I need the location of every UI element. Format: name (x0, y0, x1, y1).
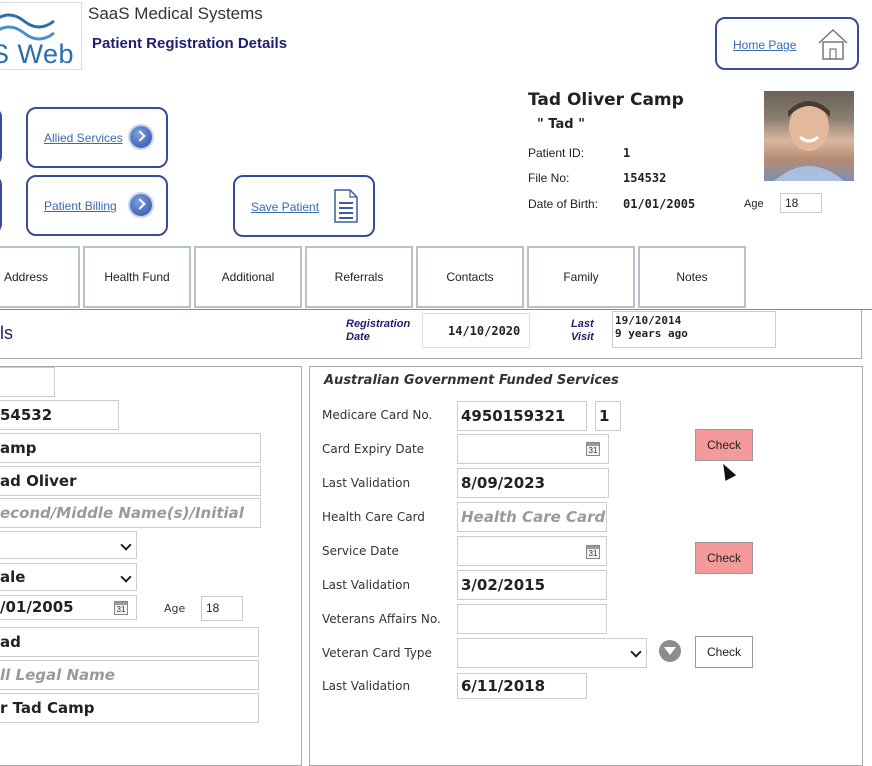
nav-button-hidden-2[interactable] (0, 175, 2, 234)
document-icon (334, 189, 358, 223)
page-title: Patient Registration Details (92, 35, 288, 52)
full-name-field[interactable]: r Tad Camp (0, 693, 259, 723)
gender-select[interactable]: ale (0, 563, 137, 591)
surname-field[interactable]: amp (0, 433, 261, 463)
nav-button-hidden-1[interactable] (0, 107, 2, 166)
legal-name-field[interactable]: ll Legal Name (0, 660, 259, 690)
save-patient-button[interactable]: Save Patient (233, 175, 375, 237)
dropdown-circle-icon[interactable] (659, 640, 681, 662)
patient-id-value: 1 (623, 146, 631, 160)
given-name-field[interactable]: ad Oliver (0, 466, 261, 496)
last-validation-label-3: Last Validation (322, 679, 411, 693)
tab-health-fund[interactable]: Health Fund (83, 246, 191, 308)
calendar-icon[interactable]: 31 (586, 442, 600, 456)
veterans-affairs-label: Veterans Affairs No. (322, 612, 441, 626)
app-title: SaaS Medical Systems (88, 4, 263, 23)
last-validation-label-1: Last Validation (322, 476, 411, 490)
last-visit-field[interactable]: 19/10/2014 9 years ago (612, 311, 776, 348)
medicare-number-field[interactable]: 4950159321 (457, 401, 587, 431)
file-no-field[interactable]: 54532 (0, 400, 119, 430)
preferred-name-field[interactable]: ad (0, 627, 259, 657)
tab-address[interactable]: Address (0, 246, 80, 308)
age-field[interactable]: 18 (780, 193, 822, 213)
check-medicare-button[interactable]: Check (695, 429, 753, 461)
file-no-value: 154532 (623, 171, 667, 185)
logo: S Web (0, 2, 82, 70)
home-icon (818, 28, 848, 60)
service-date-label: Service Date (322, 544, 399, 558)
home-page-link[interactable]: Home Page (733, 38, 796, 52)
patient-billing-button[interactable]: Patient Billing (26, 175, 168, 236)
registration-date-label: Registration Date (346, 318, 411, 343)
veteran-card-type-label: Veteran Card Type (322, 646, 432, 660)
chevron-down-icon (630, 646, 642, 658)
patient-id-label: Patient ID: (528, 146, 585, 160)
allied-services-label[interactable]: Allied Services (44, 131, 123, 145)
patient-photo (764, 91, 854, 181)
last-validation-field-2[interactable]: 3/02/2015 (457, 570, 607, 600)
dob-value: 01/01/2005 (623, 197, 696, 211)
calendar-icon[interactable]: 31 (114, 601, 128, 615)
check-health-care-button[interactable]: Check (695, 542, 753, 574)
last-validation-field-3[interactable]: 6/11/2018 (457, 673, 587, 699)
registration-date-value: 14/10/2020 (448, 324, 521, 338)
select-field[interactable] (0, 531, 137, 559)
left-age-label: Age (164, 602, 186, 615)
card-expiry-label: Card Expiry Date (322, 442, 425, 456)
tab-additional[interactable]: Additional (194, 246, 302, 308)
last-visit-date: 19/10/2014 (615, 314, 682, 327)
tab-notes[interactable]: Notes (638, 246, 746, 308)
logo-text: S Web (0, 39, 75, 69)
veterans-affairs-field[interactable] (457, 604, 607, 634)
calendar-icon[interactable]: 31 (586, 545, 600, 559)
medicare-irn-field[interactable]: 1 (595, 401, 621, 431)
chevron-down-icon (120, 571, 132, 583)
tab-family[interactable]: Family (527, 246, 635, 308)
patient-name: Tad Oliver Camp (528, 90, 684, 110)
check-veteran-button[interactable]: Check (695, 636, 753, 668)
arrow-right-icon (130, 126, 152, 148)
service-date-field[interactable] (457, 536, 607, 566)
patient-billing-label[interactable]: Patient Billing (44, 199, 117, 213)
chevron-down-icon (120, 539, 132, 551)
last-validation-field-1[interactable]: 8/09/2023 (457, 468, 609, 498)
health-care-card-field[interactable]: Health Care Card (457, 502, 607, 532)
section-heading: ls (0, 323, 13, 343)
government-services-title: Australian Government Funded Services (324, 373, 619, 388)
save-patient-label[interactable]: Save Patient (251, 200, 319, 214)
medicare-label: Medicare Card No. (322, 408, 433, 422)
last-visit-ago: 9 years ago (615, 327, 688, 340)
dob-label: Date of Birth: (528, 197, 599, 211)
arrow-right-icon (130, 194, 152, 216)
avatar (774, 101, 844, 181)
last-validation-label-2: Last Validation (322, 578, 411, 592)
health-care-card-label: Health Care Card (322, 510, 425, 524)
allied-services-button[interactable]: Allied Services (26, 107, 168, 168)
last-visit-label: Last Visit (571, 318, 594, 343)
tab-contacts[interactable]: Contacts (416, 246, 524, 308)
age-label: Age (744, 198, 764, 210)
title-field[interactable] (0, 367, 55, 397)
file-no-label: File No: (528, 171, 570, 185)
veteran-card-type-select[interactable] (457, 638, 647, 668)
patient-nickname: " Tad " (537, 117, 585, 132)
left-age-field[interactable]: 18 (201, 596, 243, 621)
registration-date-field[interactable]: 14/10/2020 (422, 313, 530, 348)
home-page-button[interactable]: Home Page (715, 17, 859, 70)
dob-field-value: /01/2005 (0, 598, 74, 616)
tab-referrals[interactable]: Referrals (305, 246, 413, 308)
middle-name-field[interactable]: econd/Middle Name(s)/Initial (0, 498, 261, 528)
gender-value: ale (0, 568, 26, 586)
